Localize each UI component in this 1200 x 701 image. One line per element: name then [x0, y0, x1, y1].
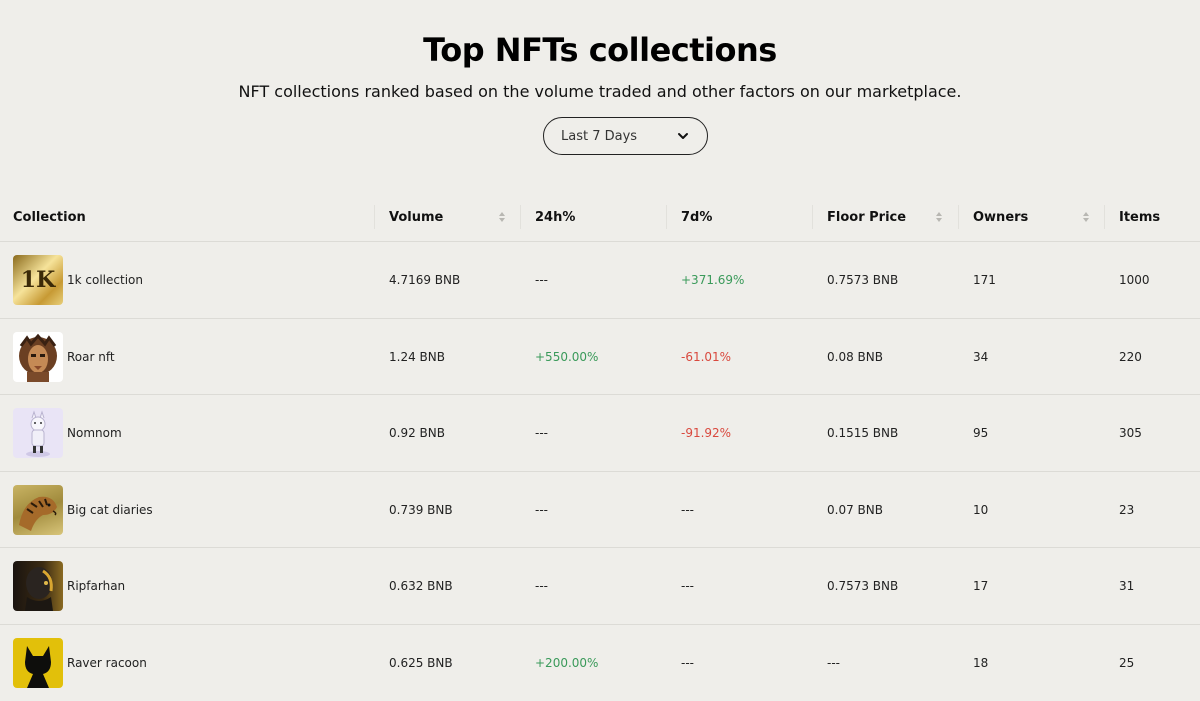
change-24h: +200.00% [535, 655, 599, 670]
collection-name[interactable]: Nomnom [67, 395, 122, 471]
collection-name[interactable]: Raver racoon [67, 625, 147, 701]
sort-icon[interactable] [1082, 211, 1090, 223]
change-7d: -61.01% [681, 349, 732, 364]
volume: 0.625 BNB [389, 655, 453, 670]
items: 305 [1119, 426, 1142, 441]
owners: 171 [973, 273, 996, 287]
sort-icon[interactable] [935, 211, 943, 223]
owners: 10 [973, 502, 989, 517]
change-7d: +371.69% [681, 273, 745, 287]
table-row[interactable]: Nomnom 0.92 BNB --- -91.92% 0.1515 BNB 9… [0, 395, 1200, 472]
collection-thumbnail[interactable] [13, 408, 63, 459]
column-collection: Collection [13, 209, 86, 225]
change-24h: --- [535, 502, 548, 517]
chevron-down-icon [675, 128, 691, 144]
items: 31 [1119, 579, 1135, 594]
table-header: Collection Volume 24h% 7d% Floor Price O… [0, 193, 1200, 242]
floor-price: 0.07 BNB [827, 502, 883, 517]
items: 23 [1119, 502, 1135, 517]
collection-thumbnail[interactable]: 1K [13, 255, 63, 305]
floor-price: 0.7573 BNB [827, 273, 899, 287]
collections-table: Collection Volume 24h% 7d% Floor Price O… [0, 193, 1200, 701]
collection-name[interactable]: Roar nft [67, 319, 115, 395]
change-7d: --- [681, 579, 694, 594]
owners: 34 [973, 349, 989, 364]
collection-thumbnail[interactable] [13, 637, 63, 688]
column-items: Items [1119, 209, 1161, 225]
floor-price: 0.1515 BNB [827, 426, 899, 441]
time-range-value: Last 7 Days [561, 128, 638, 144]
table-row[interactable]: Ripfarhan 0.632 BNB --- --- 0.7573 BNB 1… [0, 548, 1200, 625]
floor-price: --- [827, 655, 840, 670]
change-7d: -91.92% [681, 426, 732, 441]
collection-thumbnail[interactable] [13, 561, 63, 612]
table-row[interactable]: Big cat diaries 0.739 BNB --- --- 0.07 B… [0, 472, 1200, 549]
owners: 95 [973, 426, 989, 441]
change-24h: --- [535, 273, 548, 287]
collection-thumbnail[interactable] [13, 484, 63, 535]
items: 25 [1119, 655, 1135, 670]
collection-name[interactable]: Ripfarhan [67, 548, 125, 624]
column-owners[interactable]: Owners [973, 193, 1104, 241]
table-row[interactable]: Raver racoon 0.625 BNB +200.00% --- --- … [0, 625, 1200, 701]
collection-thumbnail[interactable] [13, 331, 63, 382]
table-row[interactable]: Roar nft 1.24 BNB +550.00% -61.01% 0.08 … [0, 319, 1200, 396]
volume: 4.7169 BNB [389, 273, 461, 287]
change-7d: --- [681, 655, 694, 670]
items: 220 [1119, 349, 1142, 364]
volume: 0.739 BNB [389, 502, 453, 517]
page-header: Top NFTs collections NFT collections ran… [0, 0, 1200, 102]
collection-name[interactable]: Big cat diaries [67, 472, 153, 548]
time-range-dropdown[interactable]: Last 7 Days [543, 117, 708, 155]
column-24h: 24h% [535, 209, 576, 225]
floor-price: 0.08 BNB [827, 349, 883, 364]
floor-price: 0.7573 BNB [827, 579, 899, 594]
table-row[interactable]: 1K 1k collection 4.7169 BNB --- +371.69%… [0, 242, 1200, 319]
page-title: Top NFTs collections [423, 31, 777, 69]
page-subtitle: NFT collections ranked based on the volu… [238, 82, 962, 101]
owners: 17 [973, 579, 989, 594]
owners: 18 [973, 655, 989, 670]
items: 1000 [1119, 273, 1150, 287]
column-floor-price[interactable]: Floor Price [827, 193, 957, 241]
volume: 0.632 BNB [389, 579, 453, 594]
column-7d: 7d% [681, 209, 713, 225]
sort-icon[interactable] [498, 211, 506, 223]
change-24h: --- [535, 579, 548, 594]
collection-name[interactable]: 1k collection [67, 242, 143, 318]
change-7d: --- [681, 502, 694, 517]
column-volume[interactable]: Volume [389, 193, 520, 241]
change-24h: --- [535, 426, 548, 441]
volume: 0.92 BNB [389, 426, 445, 441]
volume: 1.24 BNB [389, 349, 445, 364]
change-24h: +550.00% [535, 349, 599, 364]
